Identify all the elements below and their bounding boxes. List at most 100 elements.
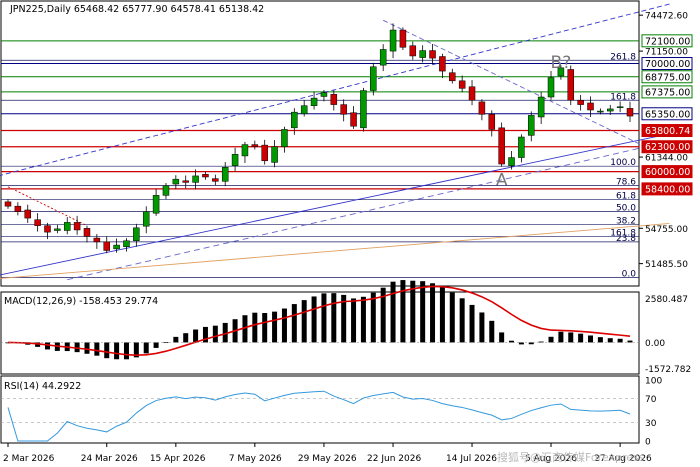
macd-bar [123, 342, 129, 360]
level-box-label: 63800.74 [645, 126, 690, 137]
macd-header: MACD(12,26,9) -158.453 29.774 [4, 296, 158, 307]
fib-label: 0.0 [622, 270, 637, 280]
candle-body [63, 222, 71, 231]
candle-body [360, 90, 367, 129]
wave-label: B? [551, 53, 572, 73]
candle-body [537, 96, 545, 118]
falling-dashed-line [382, 19, 650, 150]
candle-body [300, 105, 308, 115]
macd-bar [311, 296, 317, 343]
macd-tick-label: 0.00 [645, 339, 665, 349]
candle-body [4, 201, 12, 207]
level-box-label: 58400.00 [645, 184, 690, 195]
candle-body [340, 104, 347, 115]
macd-bar [430, 283, 436, 343]
candle-body [330, 94, 338, 105]
macd-bar [153, 342, 159, 348]
candle-body [379, 49, 387, 66]
candle-body [133, 227, 140, 242]
macd-bar [351, 298, 357, 343]
macd-axis: 2580.487 0.00 -1572.782 [645, 295, 691, 375]
candle-body [547, 77, 555, 98]
rsi-header: RSI(14) 44.2922 [4, 381, 81, 392]
candle-body [458, 80, 466, 89]
candle-body [44, 225, 51, 233]
candles [4, 23, 634, 254]
macd-bar [44, 342, 50, 350]
level-box-label: 72100.00 [645, 36, 690, 47]
candle-body [221, 167, 229, 182]
macd-bar [262, 313, 268, 343]
chart-root: 261.8 161.8 100.0 78.6 61.8 50.0 38.2 161.8 23.8… [0, 0, 700, 467]
fib-label: 50.0 [616, 204, 636, 214]
fib-label: 261.8 [610, 52, 636, 62]
price-tick-label: 61344.00 [645, 154, 688, 164]
candle-body [508, 157, 515, 166]
candle-body [241, 144, 249, 157]
time-tick-label: 29 May 2026 [298, 454, 357, 464]
macd-tick-label: 2580.487 [645, 295, 688, 305]
macd-bar [607, 338, 613, 343]
rsi-line [1, 390, 639, 442]
macd-bar [94, 342, 100, 356]
macd-bar [301, 300, 307, 343]
candle-body [419, 50, 426, 58]
macd-bar [370, 292, 376, 343]
candle-body [478, 101, 486, 115]
macd-bar [568, 332, 574, 343]
candle-body [528, 115, 535, 136]
level-box-label: 62300.00 [645, 142, 690, 153]
time-tick-label: 14 Jul 2026 [446, 454, 497, 464]
candle-body [488, 114, 496, 130]
fib-labels: 261.8161.8100.078.661.850.038.2161.823.8… [610, 52, 636, 279]
rsi-line [7, 390, 631, 442]
price-tick-label: 51485.50 [645, 260, 688, 270]
channel-lower-line [0, 133, 670, 276]
macd-bar [84, 342, 90, 354]
candle-body [182, 180, 189, 183]
candle-body [261, 144, 268, 162]
watermark: 搜狐号@汇商传媒Forexpress [497, 450, 645, 464]
time-tick-label: 24 Mar 2026 [81, 454, 138, 464]
candle-body [498, 127, 505, 165]
macd-bar [588, 335, 594, 343]
candle-body [389, 29, 397, 52]
candle-body [14, 205, 22, 212]
candle-body [399, 29, 407, 48]
macd-bar [104, 342, 110, 359]
macd-bar [489, 320, 495, 343]
macd-bar [291, 304, 297, 343]
macd-bar [597, 337, 603, 343]
macd-bar [528, 342, 534, 345]
candle-body [152, 195, 160, 214]
orange-line [0, 223, 670, 279]
macd-bar [173, 336, 179, 343]
macd-bar [331, 293, 337, 343]
candle-body [103, 241, 110, 251]
candle-body [616, 106, 624, 109]
rsi-tick-label: 100 [645, 377, 662, 387]
candle-body [429, 50, 436, 59]
fib-label: 38.2 [616, 217, 636, 227]
trendlines [0, 3, 670, 281]
fib-label: 61.8 [616, 192, 636, 202]
level-box-label: 60000.00 [645, 167, 690, 178]
macd-bar [212, 325, 218, 343]
candle-body [83, 228, 91, 237]
rsi-axis: 100 70 30 0 [645, 377, 662, 448]
macd-bar [617, 338, 623, 343]
price-tick-label: 74472.60 [645, 12, 688, 22]
candle-body [113, 244, 120, 250]
price-tick-label: 54755.00 [645, 225, 688, 235]
time-tick-label: 2 Mar 2026 [3, 454, 55, 464]
macd-bar [469, 304, 475, 343]
fib-label: 161.8 [610, 92, 636, 102]
macd-bar [509, 340, 515, 343]
candle-body [251, 144, 259, 147]
macd-bar [143, 342, 149, 354]
level-box-label: 67375.00 [645, 87, 690, 98]
candle-body [439, 56, 446, 72]
candle-body [142, 211, 150, 227]
candle-body [202, 174, 209, 178]
candle-body [468, 86, 476, 101]
